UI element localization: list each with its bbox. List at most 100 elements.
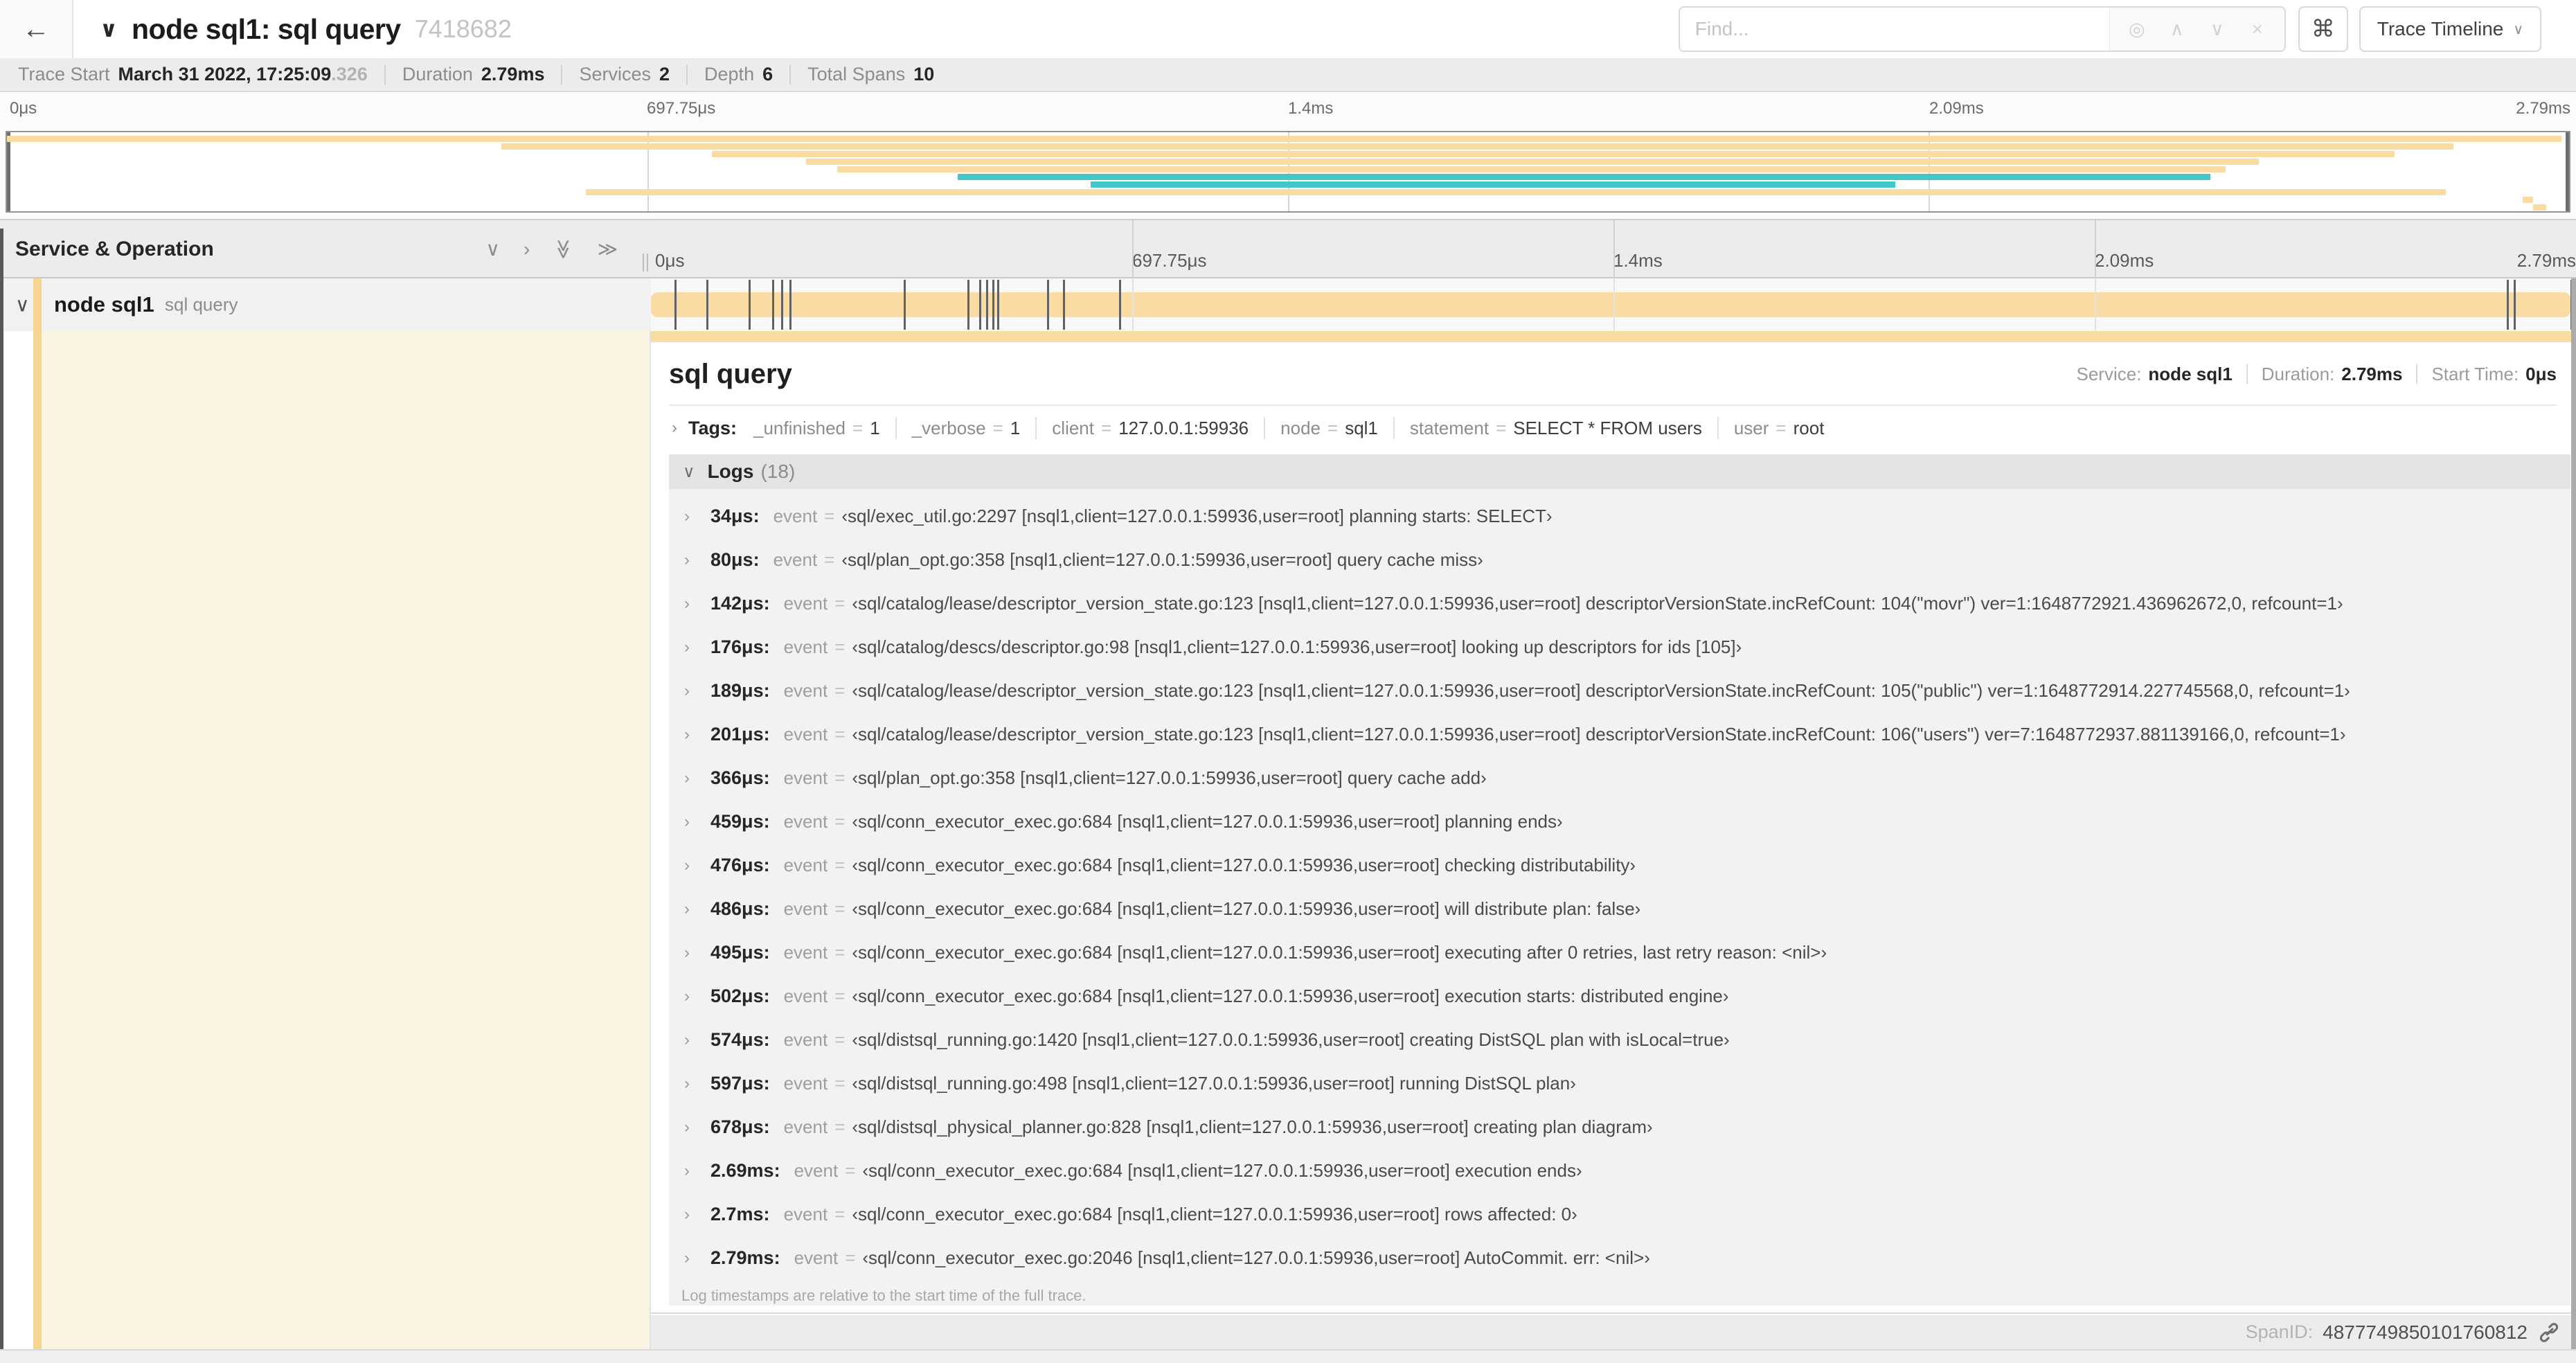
log-row[interactable]: › 476μs: event = ‹sql/conn_executor_exec.go:… (669, 844, 2570, 887)
log-equals: = (834, 724, 846, 745)
log-row[interactable]: › 678μs: event = ‹sql/distsql_physical_plann… (669, 1105, 2570, 1149)
logs-block: ∨ Logs (18) › 34μs: event = ‹sql/exec_util.g… (669, 454, 2570, 1306)
chevron-right-icon: › (684, 1030, 690, 1049)
log-marker-tick (1062, 280, 1065, 330)
log-equals: = (845, 1160, 856, 1181)
link-icon[interactable] (2537, 1321, 2561, 1344)
expand-one-icon[interactable]: › (524, 240, 530, 259)
start-time-label: Start Time: (2431, 363, 2519, 384)
log-marker-tick (749, 280, 751, 330)
log-value: ‹sql/conn_executor_exec.go:684 [nsql1,cl… (852, 811, 1563, 832)
span-row-timeline-cell[interactable] (651, 278, 2576, 331)
duration-label: Duration: (2261, 363, 2335, 384)
log-value: ‹sql/plan_opt.go:358 [nsql1,client=127.0… (841, 549, 1483, 570)
log-row[interactable]: › 2.7ms: event = ‹sql/conn_executor_exec.go:… (669, 1193, 2570, 1236)
span-row-name-cell[interactable]: ∨ node sql1 sql query (0, 278, 651, 331)
tags-row[interactable]: › Tags: _unfinished = 1 _verbose = 1 client = 12… (672, 409, 2557, 447)
span-row[interactable]: ∨ node sql1 sql query (0, 278, 2576, 331)
log-value: ‹sql/exec_util.go:2297 [nsql1,client=127… (841, 506, 1553, 526)
log-field-name: event (783, 898, 828, 919)
log-row[interactable]: › 201μs: event = ‹sql/catalog/lease/descript… (669, 713, 2570, 756)
tag-equals: = (852, 417, 864, 438)
minimap-canvas[interactable] (6, 131, 2570, 213)
log-row[interactable]: › 597μs: event = ‹sql/distsql_running.go:498… (669, 1062, 2570, 1105)
timeline-ruler-tick-label: 1.4ms (1613, 250, 1663, 271)
logs-header[interactable]: ∨ Logs (18) (669, 454, 2570, 489)
timeline-ruler-tick-label: 0μs (655, 250, 685, 271)
next-match-icon[interactable]: ∨ (2197, 19, 2237, 40)
chevron-right-icon: › (684, 1161, 690, 1180)
log-row[interactable]: › 142μs: event = ‹sql/catalog/lease/descript… (669, 582, 2570, 625)
summary-label: Services (579, 64, 651, 84)
log-marker-tick (967, 280, 970, 330)
tag-key: user (1733, 417, 1769, 438)
log-equals: = (834, 1073, 846, 1094)
log-row[interactable]: › 176μs: event = ‹sql/catalog/descs/descript… (669, 625, 2570, 669)
log-equals: = (834, 811, 846, 832)
collapse-all-icon[interactable]: ≫ (553, 239, 575, 259)
log-row[interactable]: › 486μs: event = ‹sql/conn_executor_exec.go:… (669, 887, 2570, 931)
log-value: ‹sql/catalog/lease/descriptor_version_st… (852, 724, 2346, 745)
back-arrow-icon: ← (22, 13, 50, 44)
log-marker-tick (992, 280, 995, 330)
log-value: ‹sql/distsql_physical_planner.go:828 [ns… (852, 1116, 1653, 1137)
log-row[interactable]: › 80μs: event = ‹sql/plan_opt.go:358 [nsql1,… (669, 538, 2570, 582)
chevron-right-icon: › (672, 418, 677, 437)
service-label: Service: (2076, 363, 2142, 384)
log-timestamp: 2.79ms: (710, 1247, 780, 1268)
log-row[interactable]: › 495μs: event = ‹sql/conn_executor_exec.go:… (669, 931, 2570, 974)
log-row[interactable]: › 2.79ms: event = ‹sql/conn_executor_exec.go… (669, 1236, 2570, 1280)
view-selector-label: Trace Timeline (2377, 18, 2504, 39)
log-field-name: event (794, 1160, 839, 1181)
log-marker-tick (1118, 280, 1121, 330)
log-equals: = (834, 942, 846, 963)
clear-search-icon[interactable]: × (2237, 19, 2278, 40)
minimap-ruler-tick-label: 0μs (10, 99, 37, 118)
tag-equals: = (1496, 417, 1507, 438)
divider (1393, 417, 1395, 439)
chevron-right-icon: › (684, 550, 690, 569)
row-gridline (2095, 278, 2096, 331)
keyboard-shortcuts-button[interactable]: ⌘ (2298, 6, 2348, 52)
log-row[interactable]: › 2.69ms: event = ‹sql/conn_executor_exec.go… (669, 1149, 2570, 1193)
log-row[interactable]: › 189μs: event = ‹sql/catalog/lease/descript… (669, 669, 2570, 713)
span-duration-bar[interactable] (651, 292, 2570, 317)
vertical-scrollbar[interactable] (2571, 278, 2576, 1349)
log-equals: = (834, 593, 846, 614)
span-service-name: node sql1 (54, 292, 154, 317)
log-field-name: event (783, 1029, 828, 1050)
log-row[interactable]: › 366μs: event = ‹sql/plan_opt.go:358 [nsql1… (669, 756, 2570, 800)
expand-all-icon[interactable]: ≫ (598, 240, 618, 259)
find-input[interactable] (1679, 8, 2109, 51)
divider (669, 404, 2557, 406)
chevron-right-icon: › (684, 637, 690, 657)
log-field-name: event (773, 549, 818, 570)
ruler-gridline (2095, 220, 2096, 278)
minimap-span (711, 151, 2395, 157)
log-timestamp: 189μs: (710, 680, 770, 701)
prev-match-icon[interactable]: ∧ (2157, 19, 2197, 40)
log-row[interactable]: › 502μs: event = ‹sql/conn_executor_exec.go:… (669, 974, 2570, 1018)
chevron-right-icon: › (684, 768, 690, 787)
log-field-name: event (783, 986, 828, 1006)
back-button[interactable]: ← (0, 0, 73, 58)
chevron-right-icon: › (684, 594, 690, 613)
span-collapse-icon[interactable]: ∨ (15, 294, 30, 317)
row-gridline (1613, 278, 1615, 331)
log-value: ‹sql/conn_executor_exec.go:684 [nsql1,cl… (852, 898, 1641, 919)
collapse-one-icon[interactable]: ∨ (486, 240, 501, 259)
chevron-right-icon: › (684, 899, 690, 918)
span-detail-meta: Service: node sql1 Duration: 2.79ms Star… (2077, 364, 2557, 385)
locate-icon[interactable]: ◎ (2117, 19, 2157, 40)
minimap-right-handle[interactable] (2566, 132, 2569, 211)
log-equals: = (834, 986, 846, 1006)
logs-footer-note: Log timestamps are relative to the start… (681, 1287, 1086, 1304)
log-row[interactable]: › 574μs: event = ‹sql/distsql_running.go:142… (669, 1018, 2570, 1062)
header-controls: ◎ ∧ ∨ × ⌘ Trace Timeline ∨ (1678, 6, 2541, 52)
minimap-left-handle[interactable] (7, 132, 10, 211)
log-value: ‹sql/conn_executor_exec.go:2046 [nsql1,c… (862, 1247, 1650, 1268)
log-row[interactable]: › 459μs: event = ‹sql/conn_executor_exec.go:… (669, 800, 2570, 844)
view-selector-button[interactable]: Trace Timeline ∨ (2359, 6, 2541, 52)
trace-collapse-icon[interactable]: ∨ (100, 16, 118, 42)
log-row[interactable]: › 34μs: event = ‹sql/exec_util.go:2297 [nsql… (669, 495, 2570, 538)
